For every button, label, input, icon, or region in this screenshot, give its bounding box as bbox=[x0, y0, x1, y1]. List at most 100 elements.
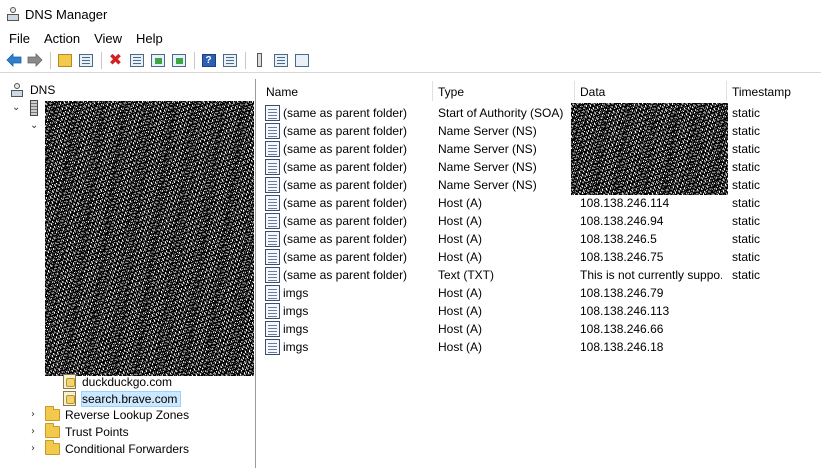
forward-button[interactable] bbox=[25, 51, 44, 70]
table-row[interactable]: (same as parent folder) Name Server (NS) s… bbox=[258, 158, 821, 176]
tree-item-trust-points[interactable]: › Trust Points bbox=[31, 422, 129, 440]
chevron-down-icon[interactable]: ⌄ bbox=[30, 120, 40, 131]
menu-file[interactable]: File bbox=[0, 31, 37, 46]
table-row[interactable]: (same as parent folder) Host (A) 108.138.2… bbox=[258, 194, 821, 212]
chevron-right-icon[interactable]: › bbox=[31, 426, 41, 437]
show-hide-tree-button[interactable] bbox=[76, 51, 95, 70]
toolbar: ✖ ? bbox=[0, 48, 821, 73]
up-one-level-button[interactable] bbox=[55, 51, 74, 70]
filter-button[interactable] bbox=[292, 51, 311, 70]
export-list-button[interactable] bbox=[169, 51, 188, 70]
server-button[interactable] bbox=[250, 51, 269, 70]
menu-view[interactable]: View bbox=[87, 31, 129, 46]
cell-name: (same as parent folder) bbox=[283, 214, 408, 228]
table-row[interactable]: (same as parent folder) Host (A) 108.138.2… bbox=[258, 212, 821, 230]
table-row[interactable]: (same as parent folder) Host (A) 108.138.2… bbox=[258, 248, 821, 266]
cell-data: 108.138.246.5 bbox=[580, 232, 657, 246]
cell-data: 108.138.246.66 bbox=[580, 322, 664, 336]
mmc-icon bbox=[222, 53, 237, 67]
delete-button[interactable]: ✖ bbox=[106, 51, 125, 70]
help-icon: ? bbox=[201, 53, 216, 67]
column-divider[interactable] bbox=[726, 81, 727, 101]
cell-type: Start of Authority (SOA) bbox=[438, 106, 564, 120]
cell-name: (same as parent folder) bbox=[283, 250, 408, 264]
toolbar-separator bbox=[101, 51, 102, 69]
table-row[interactable]: (same as parent folder) Host (A) 108.138.2… bbox=[258, 230, 821, 248]
chevron-down-icon[interactable]: ⌄ bbox=[12, 102, 22, 113]
record-icon bbox=[265, 159, 280, 175]
column-header-timestamp[interactable]: Timestamp bbox=[732, 83, 791, 101]
tree-item-reverse-lookup-zones[interactable]: › Reverse Lookup Zones bbox=[31, 405, 190, 423]
refresh-button[interactable] bbox=[148, 51, 167, 70]
server-node[interactable]: ⌄ bbox=[12, 99, 38, 116]
cell-name: (same as parent folder) bbox=[283, 124, 408, 138]
tree-label: Trust Points bbox=[65, 424, 129, 439]
tree-label-zone: duckduckgo.com bbox=[82, 374, 173, 389]
up-folder-icon bbox=[57, 53, 72, 67]
forward-arrow-icon bbox=[27, 53, 43, 67]
menu-action[interactable]: Action bbox=[37, 31, 87, 46]
title-bar: DNS Manager bbox=[0, 0, 821, 28]
table-row[interactable]: imgs Host (A) 108.138.246.18 bbox=[258, 338, 821, 356]
tree-item-dns[interactable]: DNS bbox=[10, 81, 55, 98]
record-icon bbox=[265, 123, 280, 139]
table-row[interactable]: (same as parent folder) Name Server (NS) s… bbox=[258, 122, 821, 140]
record-icon bbox=[265, 177, 280, 193]
new-record-button[interactable] bbox=[271, 51, 290, 70]
server-icon bbox=[257, 53, 262, 67]
column-divider[interactable] bbox=[574, 81, 575, 101]
table-row[interactable]: (same as parent folder) Name Server (NS) s… bbox=[258, 140, 821, 158]
table-row[interactable]: imgs Host (A) 108.138.246.79 bbox=[258, 284, 821, 302]
record-icon bbox=[265, 321, 280, 337]
help-button[interactable]: ? bbox=[199, 51, 218, 70]
chevron-right-icon[interactable]: › bbox=[31, 443, 41, 454]
cell-type: Host (A) bbox=[438, 232, 483, 246]
records-list: Name Type Data Timestamp (same as parent… bbox=[258, 79, 821, 468]
cell-timestamp bbox=[732, 302, 817, 320]
record-icon bbox=[265, 231, 280, 247]
table-row[interactable]: (same as parent folder) Name Server (NS) s… bbox=[258, 176, 821, 194]
record-icon bbox=[265, 195, 280, 211]
forward-lookup-zones-node[interactable]: ⌄ bbox=[30, 117, 40, 134]
column-header-name[interactable]: Name bbox=[266, 83, 298, 101]
table-row[interactable]: imgs Host (A) 108.138.246.113 bbox=[258, 302, 821, 320]
cell-timestamp: static bbox=[732, 214, 761, 228]
cell-timestamp bbox=[732, 284, 817, 302]
column-header-data[interactable]: Data bbox=[580, 83, 605, 101]
cell-timestamp: static bbox=[732, 178, 761, 192]
cell-data: 108.138.246.79 bbox=[580, 286, 664, 300]
cell-name: (same as parent folder) bbox=[283, 160, 408, 174]
cell-type: Name Server (NS) bbox=[438, 124, 537, 138]
table-row[interactable]: imgs Host (A) 108.138.246.66 bbox=[258, 320, 821, 338]
record-icon bbox=[265, 249, 280, 265]
table-row[interactable]: (same as parent folder) Start of Authorit… bbox=[258, 104, 821, 122]
dns-root-icon bbox=[10, 82, 24, 98]
back-button[interactable] bbox=[4, 51, 23, 70]
chevron-right-icon[interactable]: › bbox=[31, 409, 41, 420]
tree-item-conditional-forwarders[interactable]: › Conditional Forwarders bbox=[31, 439, 189, 457]
toolbar-separator bbox=[50, 51, 51, 69]
cell-type: Host (A) bbox=[438, 322, 483, 336]
new-record-icon bbox=[273, 53, 288, 67]
tree-item-zone[interactable]: duckduckgo.com bbox=[63, 373, 172, 390]
mmc-button[interactable] bbox=[220, 51, 239, 70]
cell-type: Name Server (NS) bbox=[438, 178, 537, 192]
cell-name: (same as parent folder) bbox=[283, 232, 408, 246]
tree-label: Reverse Lookup Zones bbox=[65, 407, 190, 422]
cell-timestamp bbox=[732, 320, 817, 338]
properties-button[interactable] bbox=[127, 51, 146, 70]
cell-timestamp: static bbox=[732, 232, 761, 246]
menu-help[interactable]: Help bbox=[129, 31, 170, 46]
export-list-icon bbox=[171, 53, 186, 67]
column-header-type[interactable]: Type bbox=[438, 83, 464, 101]
back-arrow-icon bbox=[5, 53, 21, 67]
table-row[interactable]: (same as parent folder) Text (TXT) This is… bbox=[258, 266, 821, 284]
folder-icon bbox=[45, 422, 60, 438]
tree-item-zone-selected[interactable]: search.brave.com bbox=[63, 390, 182, 407]
cell-type: Host (A) bbox=[438, 304, 483, 318]
zone-icon bbox=[63, 374, 76, 389]
cell-type: Host (A) bbox=[438, 214, 483, 228]
cell-name: (same as parent folder) bbox=[283, 268, 408, 282]
redacted-data bbox=[571, 103, 728, 195]
column-divider[interactable] bbox=[432, 81, 433, 101]
